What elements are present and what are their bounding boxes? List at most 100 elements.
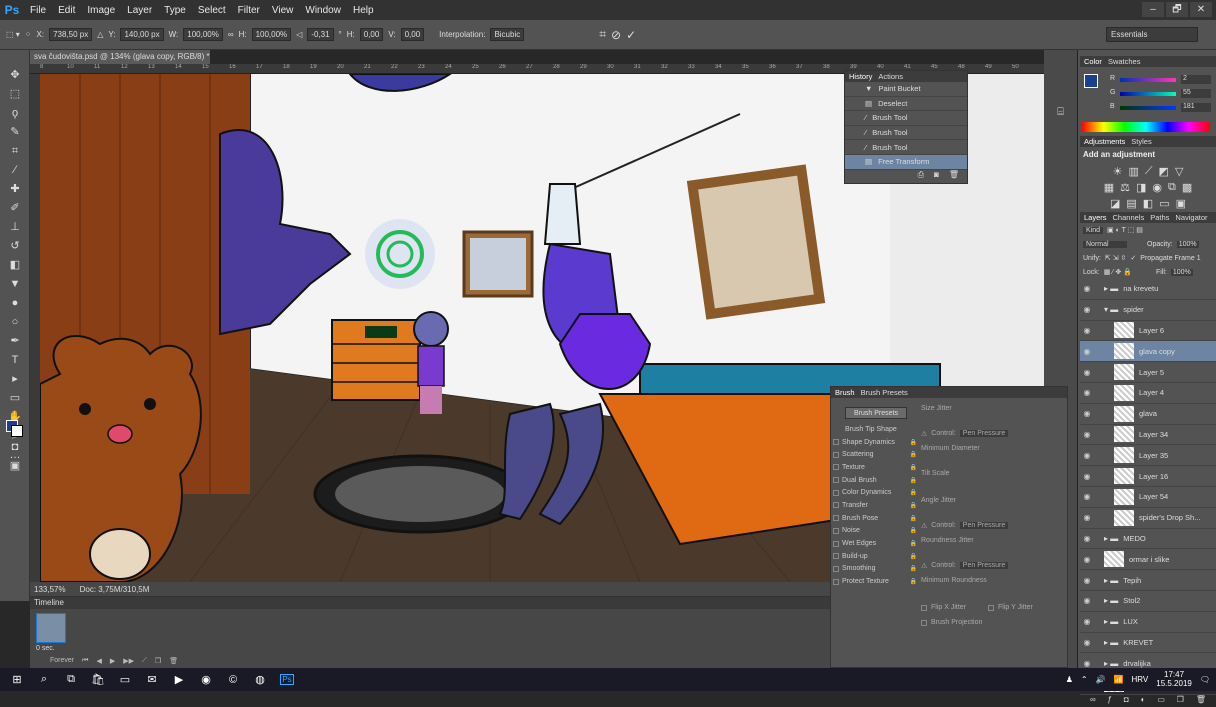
visibility-eye-icon[interactable]: ◉: [1080, 326, 1094, 335]
tab-history[interactable]: History: [849, 72, 872, 81]
layer-row[interactable]: ◉ Layer 16: [1080, 466, 1216, 487]
visibility-eye-icon[interactable]: ◉: [1080, 659, 1094, 668]
folder-icon[interactable]: ▸ ▬: [1104, 617, 1118, 626]
layer-row[interactable]: ◉ Layer 35: [1080, 445, 1216, 467]
trash-icon[interactable]: 🗑: [949, 170, 959, 183]
tray-arrow-icon[interactable]: ⌃: [1081, 675, 1088, 684]
lock-icon[interactable]: 🔒: [910, 439, 917, 446]
visibility-eye-icon[interactable]: ◉: [1080, 576, 1094, 585]
gradient-map-icon[interactable]: ▭: [1159, 197, 1169, 210]
history-item[interactable]: ▼ Paint Bucket: [845, 82, 967, 97]
lock-icon[interactable]: 🔒: [910, 451, 917, 458]
color-spectrum[interactable]: [1082, 122, 1210, 132]
mail-icon[interactable]: ✉: [145, 673, 159, 686]
posterize-icon[interactable]: ▤: [1126, 197, 1136, 210]
lock-icon[interactable]: 🔒: [910, 489, 917, 496]
screen-mode-icon[interactable]: ▣: [0, 457, 30, 476]
green-slider[interactable]: [1120, 92, 1176, 96]
pen-tool-icon[interactable]: ✒: [0, 332, 30, 351]
history-brush-icon[interactable]: ↺: [0, 237, 30, 256]
animation-frame-1[interactable]: [36, 613, 66, 643]
path-select-icon[interactable]: ▸: [0, 370, 30, 389]
workspace-select[interactable]: Essentials: [1106, 27, 1198, 42]
menu-select[interactable]: Select: [192, 5, 232, 16]
brush-option-checkbox[interactable]: [833, 540, 839, 547]
warp-icon[interactable]: ⌗: [599, 27, 606, 42]
fill-field[interactable]: 100%: [1170, 268, 1193, 276]
folder-icon[interactable]: ▾ ▬: [1104, 305, 1118, 314]
brush-option-checkbox[interactable]: [833, 451, 839, 458]
history-item[interactable]: ⁄ Brush Tool: [845, 111, 967, 126]
blend-mode-select[interactable]: Normal: [1083, 240, 1127, 248]
layer-row-selected[interactable]: ◉ glava copy: [1080, 341, 1216, 363]
tab-swatches[interactable]: Swatches: [1108, 57, 1141, 66]
zoom-level[interactable]: 133,57%: [34, 585, 66, 594]
brush-option-checkbox[interactable]: [833, 578, 839, 585]
layer-row[interactable]: ◉ ▸ ▬ LUX: [1080, 612, 1216, 633]
lock-icon[interactable]: 🔒: [910, 540, 917, 547]
opacity-field[interactable]: 100%: [1176, 240, 1199, 248]
visibility-eye-icon[interactable]: ◉: [1080, 617, 1094, 626]
brush-option[interactable]: Texture 🔒: [833, 461, 917, 474]
photo-filter-icon[interactable]: ◉: [1152, 181, 1162, 194]
tab-color[interactable]: Color: [1084, 57, 1102, 66]
control-select[interactable]: Pen Pressure: [959, 562, 1009, 569]
doc-size[interactable]: Doc: 3,75M/310,5M: [80, 585, 150, 594]
brush-option[interactable]: Protect Texture 🔒: [833, 575, 917, 588]
close-button[interactable]: ✕: [1190, 2, 1212, 17]
visibility-eye-icon[interactable]: ◉: [1080, 430, 1094, 439]
brush-option[interactable]: Smoothing 🔒: [833, 563, 917, 576]
hskew-field[interactable]: 0,00: [359, 28, 384, 41]
layer-row[interactable]: ◉ ▸ ▬ na krevetu: [1080, 279, 1216, 300]
history-item[interactable]: ▤ Deselect: [845, 97, 967, 112]
minimize-button[interactable]: –: [1142, 2, 1164, 17]
clock-date[interactable]: 15.5.2019: [1156, 679, 1192, 688]
task-view-icon[interactable]: ⧉: [64, 673, 78, 686]
delete-layer-icon[interactable]: 🗑: [1196, 695, 1206, 707]
levels-icon[interactable]: ▥: [1128, 165, 1138, 178]
reference-point-icon[interactable]: ⁘: [25, 30, 32, 39]
flip-y-checkbox[interactable]: [988, 604, 995, 611]
tween-icon[interactable]: ⟋: [142, 657, 147, 665]
quick-mask-icon[interactable]: ◘: [0, 438, 30, 457]
exposure-icon[interactable]: ◩: [1159, 165, 1169, 178]
clock-time[interactable]: 17:47: [1164, 670, 1184, 679]
hue-saturation-icon[interactable]: ▦: [1104, 181, 1114, 194]
ccleaner-icon[interactable]: ©: [226, 674, 240, 686]
tab-channels[interactable]: Channels: [1113, 213, 1145, 222]
tab-layers[interactable]: Layers: [1084, 213, 1107, 222]
shape-tool-icon[interactable]: ▭: [0, 389, 30, 408]
menu-file[interactable]: File: [24, 5, 52, 16]
play-icon[interactable]: ▶: [110, 657, 115, 665]
restore-button[interactable]: 🗗: [1166, 2, 1188, 17]
language-indicator[interactable]: HRV: [1132, 675, 1149, 684]
projection-checkbox[interactable]: [921, 619, 927, 626]
red-slider[interactable]: [1120, 78, 1176, 82]
red-value[interactable]: 2: [1181, 75, 1211, 84]
visibility-eye-icon[interactable]: ◉: [1080, 472, 1094, 481]
layer-row[interactable]: ◉ ▸ ▬ Stol2: [1080, 591, 1216, 612]
brush-presets-button[interactable]: Brush Presets: [845, 407, 907, 419]
menu-help[interactable]: Help: [347, 5, 380, 16]
menu-edit[interactable]: Edit: [52, 5, 81, 16]
visibility-eye-icon[interactable]: ◉: [1080, 368, 1094, 377]
move-tool-icon[interactable]: ✥: [0, 66, 30, 85]
store-icon[interactable]: 🛍: [91, 673, 105, 686]
brush-option[interactable]: Noise 🔒: [833, 525, 917, 538]
color-fg-swatch[interactable]: [1084, 74, 1098, 88]
lock-icon[interactable]: 🔒: [910, 502, 917, 509]
folder-icon[interactable]: ▸ ▬: [1104, 576, 1118, 585]
brush-tool-icon[interactable]: ✐: [0, 199, 30, 218]
firefox-icon[interactable]: ◍: [253, 673, 267, 686]
layer-row[interactable]: ◉ Layer 34: [1080, 425, 1216, 446]
brush-option[interactable]: Shape Dynamics 🔒: [833, 436, 917, 449]
tab-adjustments[interactable]: Adjustments: [1084, 137, 1125, 146]
dodge-tool-icon[interactable]: ○: [0, 313, 30, 332]
visibility-eye-icon[interactable]: ◉: [1080, 492, 1094, 501]
brush-option-checkbox[interactable]: [833, 502, 839, 509]
brush-option[interactable]: Brush Pose 🔒: [833, 512, 917, 525]
unify-icons[interactable]: ⇱ ⇲ ⇳: [1105, 254, 1127, 262]
network-icon[interactable]: 📶: [1114, 675, 1124, 684]
windows-start-icon[interactable]: ⊞: [10, 673, 24, 686]
brush-option-checkbox[interactable]: [833, 527, 839, 534]
